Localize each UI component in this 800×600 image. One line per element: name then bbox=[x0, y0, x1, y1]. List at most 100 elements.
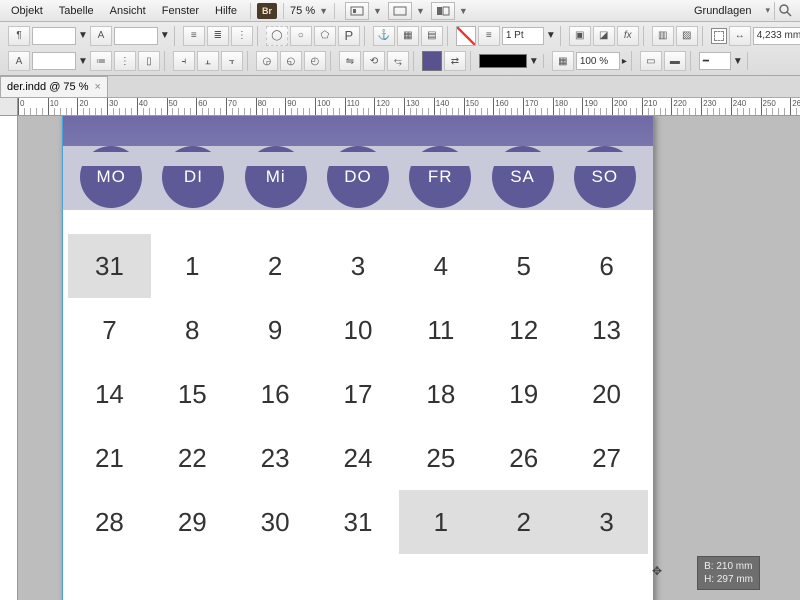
char-style-icon[interactable]: A bbox=[90, 26, 112, 46]
calendar-cell: 1 bbox=[151, 234, 234, 298]
field[interactable] bbox=[32, 52, 76, 70]
search-icon[interactable] bbox=[774, 2, 796, 20]
text-wrap-icon[interactable]: ▥ bbox=[652, 26, 674, 46]
drop-shadow-icon[interactable]: ◪ bbox=[593, 26, 615, 46]
corner-icon[interactable]: ◶ bbox=[256, 51, 278, 71]
menu-bar: Objekt Tabelle Ansicht Fenster Hilfe Br … bbox=[0, 0, 800, 22]
menu-fenster[interactable]: Fenster bbox=[155, 3, 206, 19]
text-frame-icon[interactable]: ▬ bbox=[664, 51, 686, 71]
calendar-cell: 30 bbox=[234, 490, 317, 554]
calendar-cell: 27 bbox=[565, 426, 648, 490]
swap-icon[interactable]: ⇄ bbox=[444, 51, 466, 71]
dropdown-icon[interactable]: ▼ bbox=[459, 6, 468, 16]
calendar-cell: 22 bbox=[151, 426, 234, 490]
style-field[interactable] bbox=[114, 27, 158, 45]
opacity-icon[interactable]: ▦ bbox=[552, 51, 574, 71]
list-icon[interactable]: ≔ bbox=[90, 51, 112, 71]
paragraph-style-icon[interactable]: ¶ bbox=[8, 26, 30, 46]
dashed-circle-icon[interactable]: ◯ bbox=[266, 26, 288, 46]
rotate-icon[interactable]: ⟲ bbox=[363, 51, 385, 71]
calendar-cell: 10 bbox=[317, 298, 400, 362]
wrap-icon[interactable]: ▤ bbox=[421, 26, 443, 46]
align-icon[interactable]: ≡ bbox=[183, 26, 205, 46]
anchor-icon[interactable]: ⚓ bbox=[373, 26, 395, 46]
calendar-cell: 15 bbox=[151, 362, 234, 426]
dropdown-icon[interactable]: ▼ bbox=[373, 6, 382, 16]
calendar-cell: 11 bbox=[399, 298, 482, 362]
view-options-icon[interactable] bbox=[345, 2, 369, 20]
stroke-style-field[interactable]: ━ bbox=[699, 52, 731, 70]
calendar-cell: 3 bbox=[317, 234, 400, 298]
close-tab-icon[interactable]: × bbox=[95, 81, 101, 93]
cursor-cross-icon: ✥ bbox=[652, 564, 662, 578]
dropdown-icon[interactable]: ▼ bbox=[416, 6, 425, 16]
document-tab[interactable]: der.indd @ 75 % × bbox=[0, 76, 108, 97]
document-tabs: der.indd @ 75 % × bbox=[0, 76, 800, 98]
arrange-icon[interactable] bbox=[431, 2, 455, 20]
calendar-cell: 5 bbox=[482, 234, 565, 298]
selection-icon[interactable] bbox=[711, 28, 727, 44]
align-icon[interactable]: ≣ bbox=[207, 26, 229, 46]
transform-icon[interactable]: ↔ bbox=[729, 26, 751, 46]
ruler-origin[interactable] bbox=[0, 98, 18, 116]
stroke-weight-field[interactable]: 1 Pt bbox=[502, 27, 544, 45]
workspace-switcher[interactable]: Grundlagen bbox=[686, 3, 760, 19]
opacity-field[interactable]: 100 % bbox=[576, 52, 620, 70]
calendar-cell: 13 bbox=[565, 298, 648, 362]
align-icon[interactable]: ⫠ bbox=[197, 51, 219, 71]
calendar-cell: 16 bbox=[234, 362, 317, 426]
calendar-cell: 23 bbox=[234, 426, 317, 490]
calendar-cell: 28 bbox=[68, 490, 151, 554]
page[interactable]: MODIMiDOFRSASO 3112345678910111213141516… bbox=[62, 116, 654, 600]
menu-tabelle[interactable]: Tabelle bbox=[52, 3, 101, 19]
zoom-level[interactable]: 75 % bbox=[290, 5, 315, 17]
ruler-label: 30 bbox=[109, 99, 118, 108]
stroke-weight-icon[interactable]: ≡ bbox=[478, 26, 500, 46]
menu-hilfe[interactable]: Hilfe bbox=[208, 3, 244, 19]
zoom-dropdown-icon[interactable]: ▼ bbox=[319, 6, 328, 16]
corner-icon[interactable]: ◵ bbox=[280, 51, 302, 71]
align-icon[interactable]: ⫟ bbox=[221, 51, 243, 71]
ruler-label: 160 bbox=[495, 99, 508, 108]
list-icon[interactable]: ⋮ bbox=[114, 51, 136, 71]
align-icon[interactable]: ⫞ bbox=[173, 51, 195, 71]
ruler-label: 140 bbox=[436, 99, 449, 108]
tooltip-width: B: 210 mm bbox=[704, 560, 753, 573]
text-wrap-icon[interactable]: ▨ bbox=[676, 26, 698, 46]
distribute-icon[interactable]: ⋮ bbox=[231, 26, 253, 46]
menu-ansicht[interactable]: Ansicht bbox=[103, 3, 153, 19]
screen-mode-icon[interactable] bbox=[388, 2, 412, 20]
dropdown-icon[interactable]: ▾ bbox=[765, 5, 770, 16]
calendar-cell: 9 bbox=[234, 298, 317, 362]
vertical-ruler[interactable] bbox=[0, 116, 18, 600]
no-stroke-icon[interactable] bbox=[456, 26, 476, 46]
calendar-cell: 26 bbox=[482, 426, 565, 490]
horizontal-ruler[interactable]: 0102030405060708090100110120130140150160… bbox=[0, 98, 800, 116]
text-frame-icon[interactable]: ▭ bbox=[640, 51, 662, 71]
calendar-cell: 31 bbox=[317, 490, 400, 554]
effects-icon[interactable]: ▣ bbox=[569, 26, 591, 46]
corner-icon[interactable]: ◴ bbox=[304, 51, 326, 71]
fx-icon[interactable]: fx bbox=[617, 26, 639, 46]
char-icon[interactable]: A bbox=[8, 51, 30, 71]
calendar-cell: 3 bbox=[565, 490, 648, 554]
pasteboard[interactable]: MODIMiDOFRSASO 3112345678910111213141516… bbox=[18, 116, 800, 600]
column-icon[interactable]: ▯ bbox=[138, 51, 160, 71]
transform-field[interactable]: 4,233 mm bbox=[753, 27, 800, 45]
style-field[interactable] bbox=[32, 27, 76, 45]
circle-icon[interactable]: ○ bbox=[290, 26, 312, 46]
paragraph-icon[interactable]: P bbox=[338, 26, 360, 46]
wrap-icon[interactable]: ▦ bbox=[397, 26, 419, 46]
polygon-icon[interactable]: ⬠ bbox=[314, 26, 336, 46]
calendar-body: 3112345678910111213141516171819202122232… bbox=[62, 210, 654, 564]
ruler-label: 260 bbox=[792, 99, 800, 108]
flip-icon[interactable]: ⥃ bbox=[387, 51, 409, 71]
calendar-cell: 2 bbox=[234, 234, 317, 298]
bridge-icon[interactable]: Br bbox=[257, 3, 277, 19]
flip-icon[interactable]: ⇋ bbox=[339, 51, 361, 71]
stroke-color-swatch[interactable] bbox=[479, 54, 527, 68]
menu-objekt[interactable]: Objekt bbox=[4, 3, 50, 19]
calendar-cell: 19 bbox=[482, 362, 565, 426]
fill-swatch[interactable] bbox=[422, 51, 442, 71]
ruler-label: 240 bbox=[733, 99, 746, 108]
